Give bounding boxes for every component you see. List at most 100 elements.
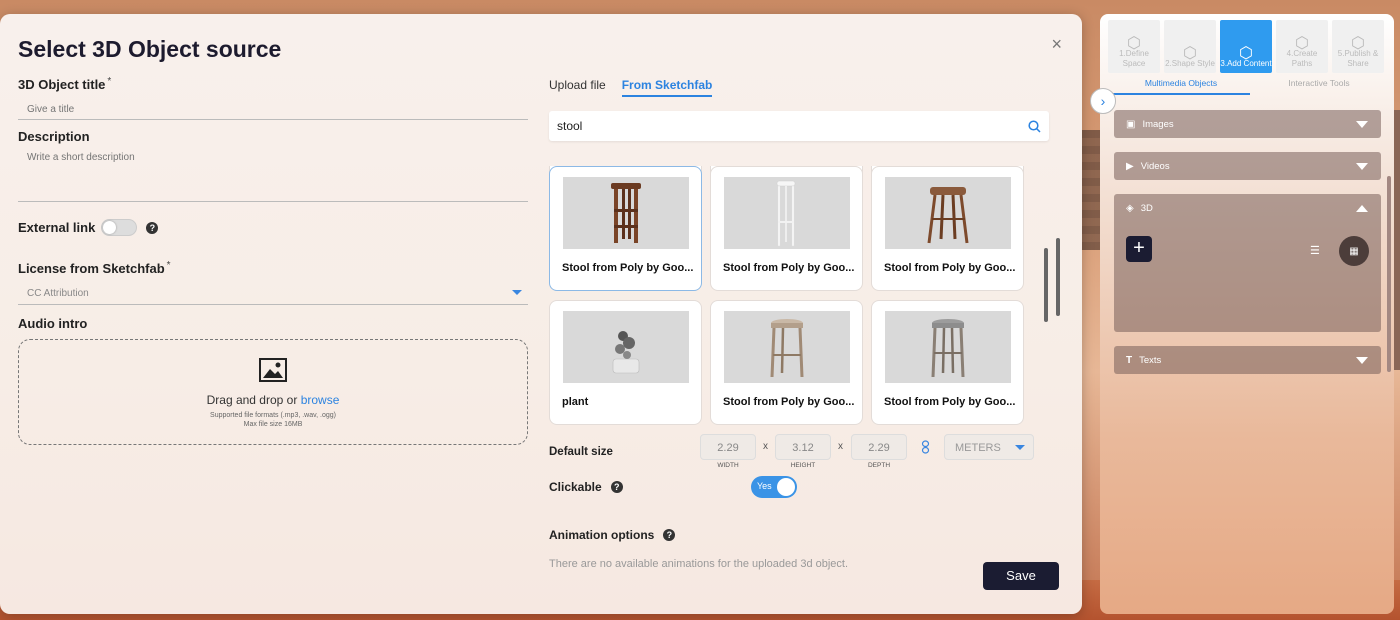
section-header[interactable]: ◈ 3D [1114, 194, 1381, 222]
section-label: Texts [1139, 354, 1162, 366]
clickable-row: Clickable ? [549, 480, 623, 494]
description-input[interactable] [18, 146, 528, 202]
dropzone-text: Drag and drop or browse [19, 393, 527, 407]
search-icon[interactable] [1028, 120, 1041, 133]
toggle-knob [777, 478, 795, 496]
cube-icon: ◈ [1126, 202, 1134, 214]
list-view-icon[interactable]: ☰ [1310, 244, 1320, 257]
search-bar [549, 111, 1049, 141]
max-file-size: Max file size 16MB [243, 421, 303, 428]
step-shape-style[interactable]: ⬡ 2.Shape Style [1164, 20, 1216, 73]
tab-from-sketchfab[interactable]: From Sketchfab [621, 78, 713, 97]
section-3d: ◈ 3D + ☰ ▦ [1114, 194, 1381, 332]
side-tabs: Multimedia Objects Interactive Tools [1112, 78, 1388, 95]
section-label: Videos [1140, 160, 1170, 172]
close-icon[interactable]: × [1051, 34, 1062, 55]
result-card[interactable]: Stool from Poly by Goo... [710, 166, 863, 291]
tab-interactive-tools[interactable]: Interactive Tools [1250, 78, 1388, 95]
chevron-right-icon[interactable]: › [1090, 88, 1116, 114]
side-scrollbar[interactable] [1387, 176, 1391, 372]
animation-note: There are no available animations for th… [549, 558, 849, 570]
section-texts[interactable]: T Texts [1114, 346, 1381, 374]
depth-input[interactable]: 2.29 [851, 434, 907, 460]
result-card[interactable]: Stool from Poly by Goo... [871, 300, 1024, 425]
section-header[interactable]: T Texts [1114, 346, 1381, 374]
modal-title: Select 3D Object source [18, 36, 282, 62]
chevron-down-icon [1356, 163, 1368, 170]
result-title: Stool from Poly by Goo... [562, 262, 694, 274]
result-title: Stool from Poly by Goo... [723, 396, 855, 408]
object-source-modal: Select 3D Object source × 3D Object titl… [0, 14, 1082, 614]
step-define-space[interactable]: ⬡ 1.Define Space [1108, 20, 1160, 73]
browse-link[interactable]: browse [301, 393, 340, 407]
clickable-label: Clickable [549, 480, 602, 494]
publish-icon: ⬡ [1351, 35, 1365, 52]
step-label: 5.Publish & Share [1337, 49, 1379, 68]
search-input[interactable] [549, 111, 1025, 141]
result-card[interactable]: plant [549, 300, 702, 425]
result-card[interactable]: Stool from Poly by Goo... [710, 300, 863, 425]
animation-row: Animation options ? [549, 528, 676, 542]
scroll-thumb[interactable] [1056, 238, 1060, 316]
result-title: Stool from Poly by Goo... [884, 262, 1016, 274]
chevron-down-icon [512, 290, 522, 295]
section-header[interactable]: ▶ Videos [1114, 152, 1381, 180]
unit-select[interactable]: METERS [944, 434, 1034, 460]
default-size-label: Default size [549, 446, 613, 458]
height-input[interactable]: 3.12 [775, 434, 831, 460]
stool-thumbnail [563, 177, 689, 249]
chevron-down-icon [1356, 121, 1368, 128]
clickable-toggle[interactable]: Yes [751, 476, 797, 498]
cube-icon: ⬡ [1127, 35, 1141, 52]
license-value: CC Attribution [27, 288, 89, 299]
help-icon[interactable]: ? [610, 481, 623, 493]
unit-value: METERS [955, 442, 1001, 454]
grid-scroll-thumb[interactable] [1044, 248, 1048, 322]
step-label: 3.Add Content [1220, 59, 1272, 68]
modal-scrollbar[interactable] [1044, 78, 1060, 548]
result-title: plant [562, 396, 589, 408]
audio-dropzone[interactable]: Drag and drop or browse Supported file f… [18, 339, 528, 445]
tab-multimedia-objects[interactable]: Multimedia Objects [1112, 78, 1250, 95]
grid-view-icon[interactable]: ▦ [1339, 236, 1369, 266]
help-icon[interactable]: ? [663, 529, 676, 541]
chevron-down-icon [1015, 445, 1025, 450]
license-label: License from Sketchfab [18, 261, 165, 276]
depth-label: DEPTH [867, 462, 891, 469]
width-label: WIDTH [717, 462, 739, 469]
result-card[interactable]: Stool from Poly by Goo... [549, 166, 702, 291]
step-add-content[interactable]: ⬡ 3.Add Content [1220, 20, 1272, 73]
step-label: 1.Define Space [1119, 49, 1149, 68]
content-icon: ⬡ [1239, 45, 1253, 62]
width-input[interactable]: 2.29 [700, 434, 756, 460]
section-images[interactable]: ▣ Images [1114, 110, 1381, 138]
tab-upload-file[interactable]: Upload file [549, 78, 606, 97]
help-icon[interactable]: ? [146, 221, 159, 234]
path-icon: ⬡ [1295, 35, 1309, 52]
section-header[interactable]: ▣ Images [1114, 110, 1381, 138]
stool-thumbnail [885, 177, 1011, 249]
description-label: Description [18, 129, 90, 144]
audio-intro-label: Audio intro [18, 316, 88, 331]
section-videos[interactable]: ▶ Videos [1114, 152, 1381, 180]
required-mark: * [166, 260, 171, 271]
stool-thumbnail [724, 311, 850, 383]
link-icon[interactable] [921, 440, 930, 454]
toggle-knob [103, 221, 117, 234]
result-title: Stool from Poly by Goo... [884, 396, 1016, 408]
brush-icon: ⬡ [1183, 45, 1197, 62]
result-card[interactable]: Stool from Poly by Goo... [871, 166, 1024, 291]
step-label: 4.Create Paths [1286, 49, 1318, 68]
title-input[interactable] [18, 94, 528, 120]
video-icon: ▶ [1126, 160, 1134, 172]
results-grid: Stool from Poly by Goo... Stool from Pol… [549, 166, 1039, 428]
save-button[interactable]: Save [983, 562, 1059, 590]
license-select[interactable]: CC Attribution [18, 278, 528, 305]
title-label: 3D Object title [18, 77, 106, 92]
step-publish-share[interactable]: ⬡ 5.Publish & Share [1332, 20, 1384, 73]
external-link-toggle[interactable] [101, 219, 138, 236]
text-icon: T [1126, 354, 1133, 366]
step-create-paths[interactable]: ⬡ 4.Create Paths [1276, 20, 1328, 73]
object-details-form: 3D Object title* Description External li… [18, 76, 528, 445]
add-3d-button[interactable]: + [1126, 236, 1152, 262]
